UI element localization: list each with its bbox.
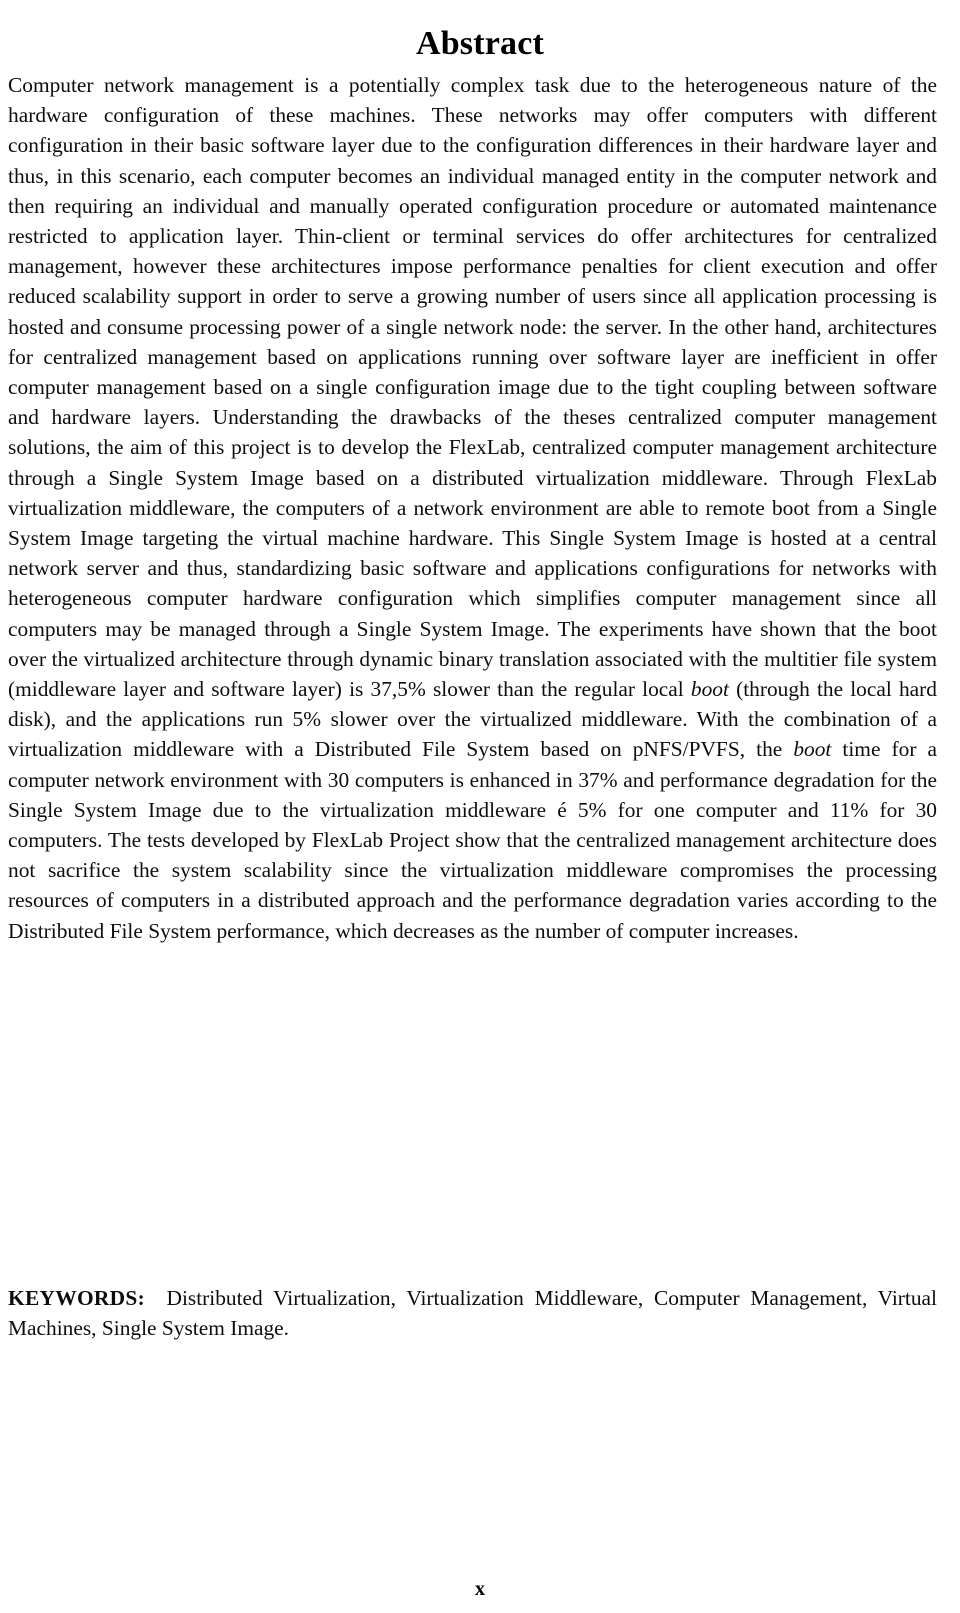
document-page: Abstract Computer network management is … (0, 0, 960, 1613)
abstract-section: Computer network management is a potenti… (8, 70, 937, 946)
abstract-text-part-3: time for a computer network environment … (8, 737, 937, 943)
keywords-label: KEYWORDS: (8, 1286, 145, 1310)
page-number: x (475, 1578, 485, 1600)
page-title: Abstract (415, 24, 545, 62)
keywords-section: KEYWORDS: Distributed Virtualization, Vi… (8, 1283, 937, 1343)
abstract-italic-boot-1: boot (690, 677, 729, 702)
abstract-italic-boot-2: boot (793, 737, 832, 762)
abstract-paragraph: Computer network management is a potenti… (8, 70, 937, 946)
abstract-text-part-1: Computer network management is a potenti… (8, 73, 937, 702)
keywords-spacer (145, 1286, 167, 1310)
